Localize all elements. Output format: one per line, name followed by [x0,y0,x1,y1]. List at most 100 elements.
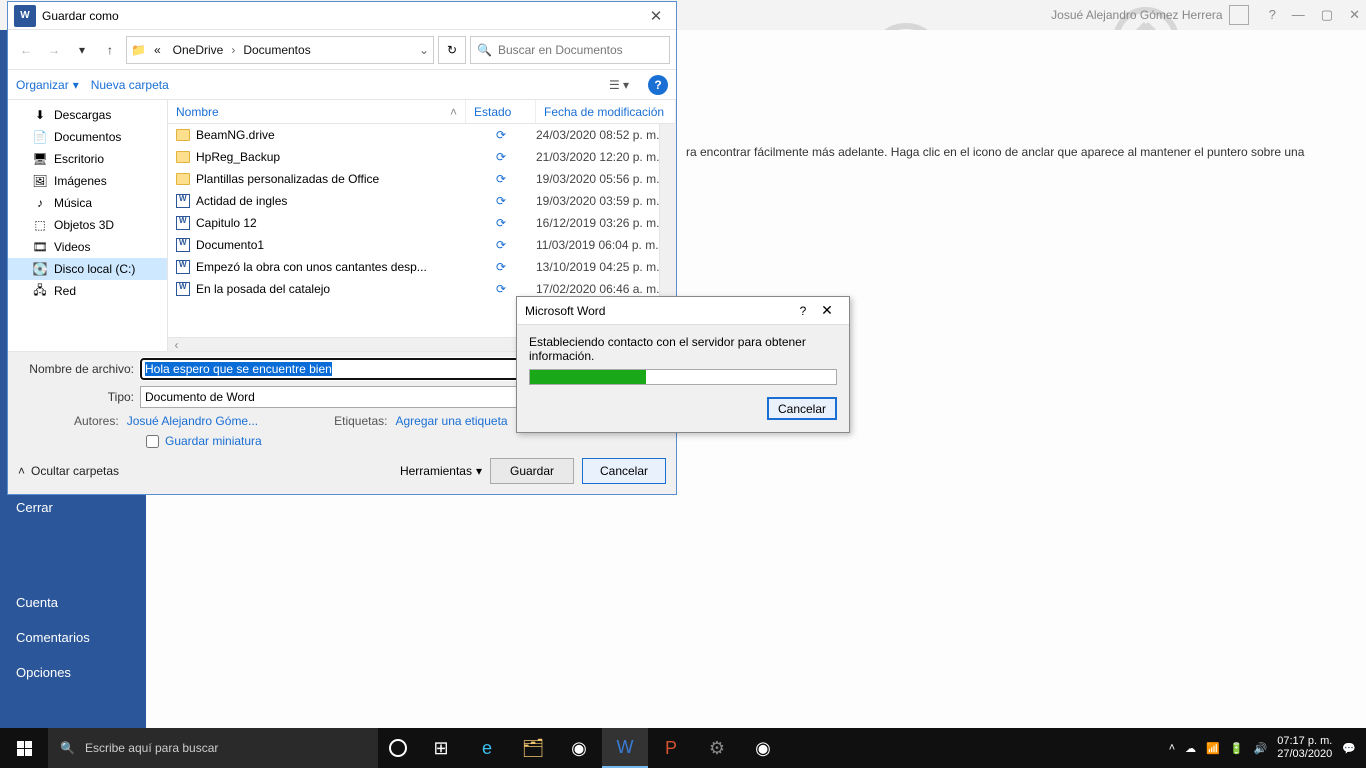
word-file-icon [176,216,190,230]
save-thumbnail-label: Guardar miniatura [165,434,262,448]
music-icon: ♪ [32,195,48,211]
help-icon[interactable]: ? [1269,7,1276,23]
sidebar-item-cuenta[interactable]: Cuenta [0,585,146,620]
breadcrumb-seg-1[interactable]: Documentos [239,43,314,57]
action-center-icon[interactable]: 💬 [1342,742,1356,755]
authors-label: Autores: [74,414,119,428]
cancel-button[interactable]: Cancelar [582,458,666,484]
breadcrumb-seg-0[interactable]: OneDrive [169,43,228,57]
word-file-icon [176,238,190,252]
help-icon[interactable]: ? [793,304,813,318]
chrome-icon-2[interactable]: ◉ [740,728,786,768]
tree-item-videos[interactable]: 🎞Videos [8,236,167,258]
tools-dropdown[interactable]: Herramientas ▾ [400,464,482,478]
settings-icon[interactable]: ⚙ [694,728,740,768]
tree-item-disco-local-c-[interactable]: 💽Disco local (C:) [8,258,167,280]
sync-icon: ⟳ [496,238,506,252]
sort-asc-icon: ˄ [450,105,457,119]
list-item[interactable]: Plantillas personalizadas de Office⟳19/0… [168,168,676,190]
avatar-icon [1229,5,1249,25]
sidebar-item-comentarios[interactable]: Comentarios [0,620,146,655]
chevron-down-icon[interactable]: ⌄ [419,43,429,57]
network-tray-icon[interactable]: 📶 [1206,742,1220,755]
taskbar-search[interactable]: 🔍Escribe aquí para buscar [48,728,378,768]
view-mode-dropdown[interactable]: ☰ ▾ [602,78,636,92]
tree-item-m-sica[interactable]: ♪Música [8,192,167,214]
list-item[interactable]: HpReg_Backup⟳21/03/2020 12:20 p. m. [168,146,676,168]
sync-icon: ⟳ [496,128,506,142]
tree-item-descargas[interactable]: ⬇Descargas [8,104,167,126]
save-button[interactable]: Guardar [490,458,574,484]
sidebar-item-cerrar[interactable]: Cerrar [0,490,146,525]
word-file-icon [176,282,190,296]
sync-icon: ⟳ [496,194,506,208]
nav-history-dropdown[interactable]: ▾ [70,38,94,62]
tree-item-red[interactable]: 🖧Red [8,280,167,302]
folder-icon [176,151,190,163]
breadcrumb[interactable]: 📁 « OneDrive › Documentos ⌄ [126,36,434,64]
list-item[interactable]: Capitulo 12⟳16/12/2019 03:26 p. m. [168,212,676,234]
onedrive-tray-icon[interactable]: ☁ [1185,742,1196,755]
word-hint-text: ra encontrar fácilmente más adelante. Ha… [686,145,1346,159]
progress-bar [529,369,837,385]
list-item[interactable]: Actidad de ingles⟳19/03/2020 03:59 p. m. [168,190,676,212]
doc-icon: 📄 [32,129,48,145]
close-icon[interactable]: ✕ [636,7,676,25]
edge-icon[interactable]: e [464,728,510,768]
help-button[interactable]: ? [648,75,668,95]
battery-tray-icon[interactable]: 🔋 [1230,742,1244,755]
refresh-button[interactable]: ↻ [438,36,466,64]
nav-up-icon[interactable]: ↑ [98,38,122,62]
hide-folders-toggle[interactable]: ˄ Ocultar carpetas [18,464,119,478]
tags-value[interactable]: Agregar una etiqueta [396,414,508,428]
close-icon[interactable]: ✕ [813,302,841,319]
powerpoint-icon[interactable]: P [648,728,694,768]
nav-tree[interactable]: ⬇Descargas📄Documentos🖥Escritorio🖼Imágene… [8,100,168,351]
nav-forward-icon[interactable]: → [42,38,66,62]
close-icon[interactable]: ✕ [1349,7,1360,23]
tree-item-documentos[interactable]: 📄Documentos [8,126,167,148]
start-button[interactable] [0,728,48,768]
search-icon: 🔍 [60,741,75,755]
download-icon: ⬇ [32,107,48,123]
file-explorer-icon[interactable]: 🗂 [510,728,556,768]
list-item[interactable]: Documento1⟳11/03/2019 06:04 p. m. [168,234,676,256]
cortana-button[interactable] [378,739,418,757]
images-icon: 🖼 [32,173,48,189]
word-user-name[interactable]: Josué Alejandro Gómez Herrera [1051,5,1248,25]
maximize-icon[interactable]: ▢ [1321,7,1333,23]
folder-icon [176,173,190,185]
organize-dropdown[interactable]: Organizar ▾ [16,78,79,92]
sync-icon: ⟳ [496,282,506,296]
chevron-right-icon[interactable]: › [231,43,235,57]
nav-back-icon[interactable]: ← [14,38,38,62]
list-item[interactable]: Empezó la obra con unos cantantes desp..… [168,256,676,278]
tree-item-im-genes[interactable]: 🖼Imágenes [8,170,167,192]
tree-item-objetos-3d[interactable]: ⬚Objetos 3D [8,214,167,236]
sidebar-item-opciones[interactable]: Opciones [0,655,146,690]
window-controls: ? — ▢ ✕ [1269,7,1360,23]
save-as-navbar: ← → ▾ ↑ 📁 « OneDrive › Documentos ⌄ ↻ 🔍 … [8,30,676,70]
scroll-left-icon[interactable]: ‹ [168,338,185,351]
col-name[interactable]: Nombre˄ [168,100,466,123]
sync-icon: ⟳ [496,216,506,230]
chrome-icon[interactable]: ◉ [556,728,602,768]
minimize-icon[interactable]: — [1292,7,1305,23]
save-thumbnail-checkbox[interactable] [146,435,159,448]
list-header: Nombre˄ Estado Fecha de modificación [168,100,676,124]
tray-chevron-icon[interactable]: ˄ [1169,742,1175,754]
taskbar: 🔍Escribe aquí para buscar ⊞ e 🗂 ◉ W P ⚙ … [0,728,1366,768]
progress-cancel-button[interactable]: Cancelar [767,397,837,420]
taskbar-clock[interactable]: 07:17 p. m. 27/03/2020 [1277,735,1332,761]
col-state[interactable]: Estado [466,100,536,123]
task-view-button[interactable]: ⊞ [418,738,464,759]
word-taskbar-icon[interactable]: W [602,728,648,768]
new-folder-button[interactable]: Nueva carpeta [91,78,169,92]
volume-tray-icon[interactable]: 🔊 [1254,742,1268,755]
col-modified[interactable]: Fecha de modificación [536,100,676,123]
authors-value[interactable]: Josué Alejandro Góme... [127,414,258,428]
list-item[interactable]: BeamNG.drive⟳24/03/2020 08:52 p. m. [168,124,676,146]
tree-item-escritorio[interactable]: 🖥Escritorio [8,148,167,170]
search-input[interactable]: 🔍 Buscar en Documentos [470,36,670,64]
progress-fill [530,370,646,384]
